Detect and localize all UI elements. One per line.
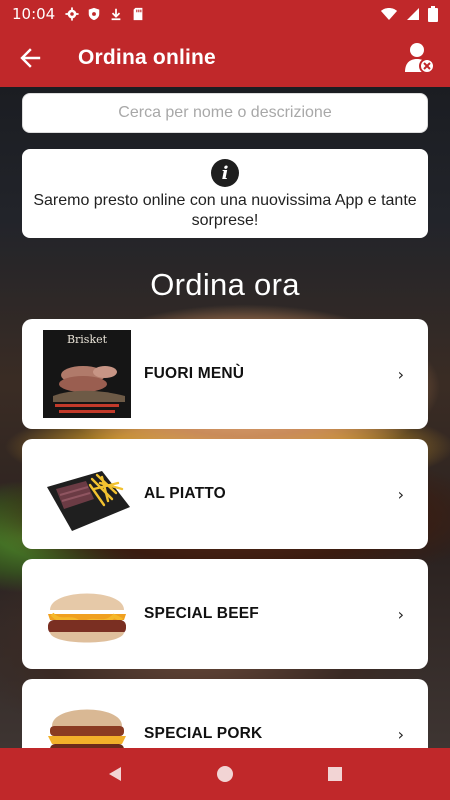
pork-burger-image <box>42 689 132 748</box>
chevron-right-icon: › <box>397 484 404 504</box>
nav-home-button[interactable] <box>200 754 250 794</box>
category-label: FUORI MENÙ <box>144 365 245 382</box>
section-title: Ordina ora <box>150 267 300 302</box>
status-icons-right <box>380 6 438 22</box>
signal-icon <box>407 8 419 20</box>
arrow-back-icon <box>20 47 41 68</box>
sd-card-icon <box>133 7 143 21</box>
category-card-special-beef[interactable]: SPECIAL BEEF › <box>22 559 428 669</box>
brisket-title: Brisket <box>67 333 108 346</box>
main-content: i Saremo presto online con una nuovissim… <box>0 87 450 748</box>
home-circle-icon <box>217 766 233 782</box>
category-card-al-piatto[interactable]: AL PIATTO › <box>22 439 428 549</box>
category-label: SPECIAL PORK <box>144 725 263 742</box>
search-input[interactable] <box>23 94 427 132</box>
brisket-poster-image: Brisket <box>42 329 132 419</box>
download-icon <box>111 8 121 21</box>
nav-back-button[interactable] <box>90 754 140 794</box>
info-notice-card: i Saremo presto online con una nuovissim… <box>22 149 428 238</box>
system-nav-bar <box>0 748 450 800</box>
nav-recents-button[interactable] <box>310 754 360 794</box>
wifi-icon <box>381 8 397 20</box>
user-logout-icon <box>405 42 435 74</box>
back-triangle-icon <box>109 767 121 781</box>
shield-icon <box>88 7 100 21</box>
status-time: 10:04 <box>12 5 56 23</box>
recents-square-icon <box>328 767 342 781</box>
search-bar[interactable] <box>22 93 428 133</box>
gear-icon <box>65 7 79 21</box>
status-icons-left <box>65 7 145 21</box>
chevron-right-icon: › <box>397 364 404 384</box>
notice-text: Saremo presto online con una nuovissima … <box>33 192 417 229</box>
app-bar: Ordina online <box>0 28 450 87</box>
status-bar: 10:04 <box>0 0 450 28</box>
chevron-right-icon: › <box>397 724 404 744</box>
page-title: Ordina online <box>78 45 216 69</box>
category-label: AL PIATTO <box>144 485 226 502</box>
category-label: SPECIAL BEEF <box>144 605 259 622</box>
category-card-special-pork[interactable]: SPECIAL PORK › <box>22 679 428 748</box>
meat-fries-plate-image <box>42 449 132 539</box>
battery-icon <box>428 6 438 22</box>
back-button[interactable] <box>0 28 60 87</box>
category-card-fuori-menu[interactable]: Brisket FUORI MENÙ › <box>22 319 428 429</box>
info-icon: i <box>211 159 239 187</box>
chevron-right-icon: › <box>397 604 404 624</box>
beef-burger-image <box>42 569 132 659</box>
user-account-button[interactable] <box>390 28 450 87</box>
